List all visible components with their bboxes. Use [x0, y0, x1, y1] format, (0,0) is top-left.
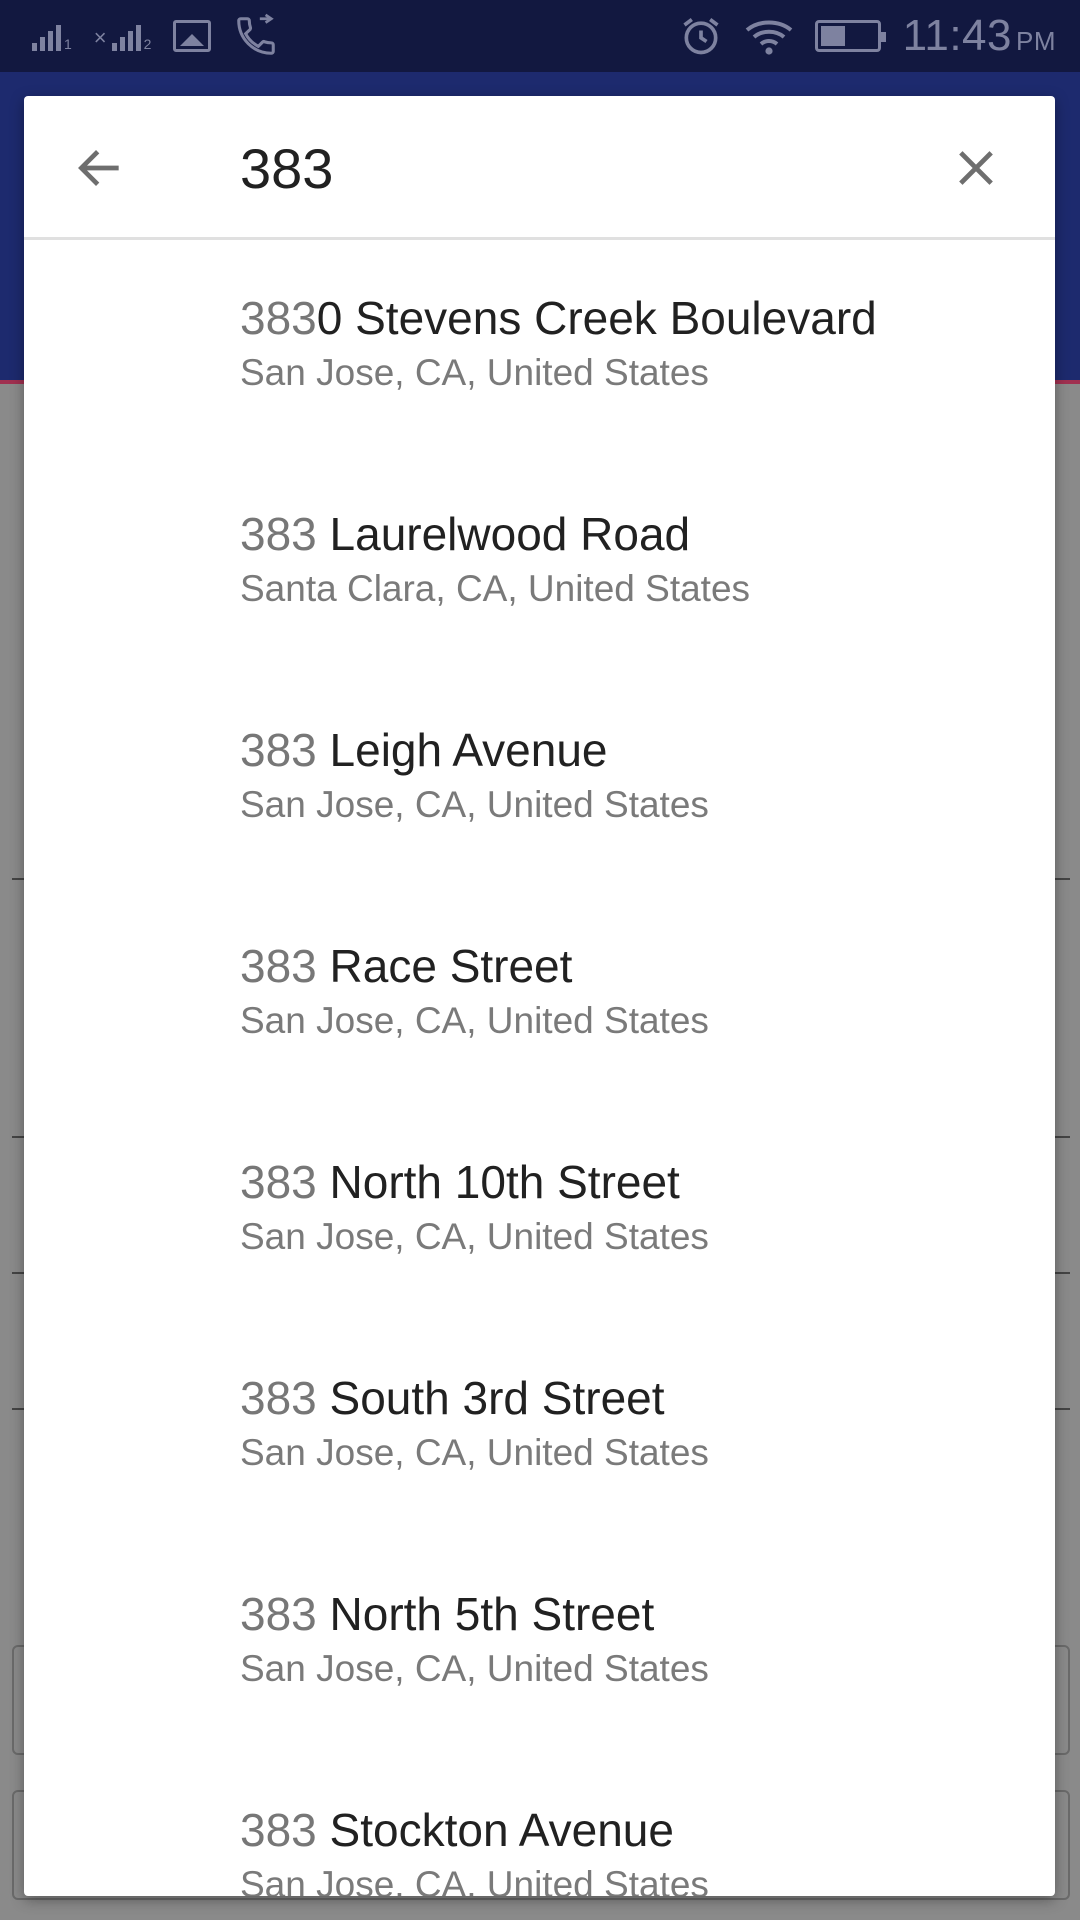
- result-secondary-text: Santa Clara, CA, United States: [240, 568, 751, 609]
- result-secondary-text: San Jose, CA, United States: [240, 352, 709, 393]
- result-secondary-text: San Jose, CA, United States: [240, 1648, 709, 1689]
- result-match-text: 383: [240, 940, 317, 992]
- search-result-item[interactable]: 383 Laurelwood Road Santa Clara, CA, Uni…: [24, 456, 1055, 672]
- result-match-text: 383: [240, 1588, 317, 1640]
- clear-search-button[interactable]: [940, 132, 1012, 204]
- search-result-item[interactable]: 383 Leigh Avenue San Jose, CA, United St…: [24, 672, 1055, 888]
- result-match-text: 383: [240, 724, 317, 776]
- search-result-item[interactable]: 383 Stockton Avenue San Jose, CA, United…: [24, 1752, 1055, 1896]
- result-match-text: 383: [240, 292, 317, 344]
- search-header: [24, 96, 1055, 240]
- search-input[interactable]: [240, 126, 920, 210]
- place-search-dialog: 3830 Stevens Creek Boulevard San Jose, C…: [24, 96, 1055, 1896]
- search-result-item[interactable]: 383 North 5th Street San Jose, CA, Unite…: [24, 1536, 1055, 1752]
- back-button[interactable]: [64, 132, 136, 204]
- status-bar: 1 × 2 11:43 PM: [0, 0, 1080, 72]
- result-primary-text: 383 Laurelwood Road: [240, 506, 1055, 562]
- close-icon: [959, 151, 993, 185]
- result-rest-text: North 5th Street: [316, 1588, 655, 1640]
- result-rest-text: Leigh Avenue: [316, 724, 608, 776]
- result-secondary-text: San Jose, CA, United States: [240, 1216, 709, 1257]
- result-match-text: 383: [240, 1372, 317, 1424]
- result-secondary-text: San Jose, CA, United States: [240, 1864, 709, 1896]
- result-secondary-text: San Jose, CA, United States: [240, 784, 709, 825]
- image-notification-icon: [173, 20, 212, 52]
- result-primary-text: 3830 Stevens Creek Boulevard: [240, 290, 1055, 346]
- sim2-label: 2: [143, 36, 152, 52]
- result-secondary-text: San Jose, CA, United States: [240, 1432, 709, 1473]
- result-rest-text: South 3rd Street: [316, 1372, 665, 1424]
- clock-ampm: PM: [1016, 26, 1056, 56]
- search-result-item[interactable]: 383 Race Street San Jose, CA, United Sta…: [24, 888, 1055, 1104]
- status-bar-left: 1 × 2: [32, 13, 279, 59]
- result-primary-text: 383 South 3rd Street: [240, 1370, 1055, 1426]
- arrow-back-icon: [78, 150, 119, 186]
- search-result-item[interactable]: 3830 Stevens Creek Boulevard San Jose, C…: [24, 240, 1055, 456]
- result-primary-text: 383 Leigh Avenue: [240, 722, 1055, 778]
- status-bar-right: 11:43 PM: [679, 11, 1056, 61]
- clock-time: 11:43: [902, 11, 1012, 60]
- status-clock: 11:43 PM: [903, 11, 1056, 61]
- result-primary-text: 383 Stockton Avenue: [240, 1802, 1055, 1858]
- result-match-text: 383: [240, 508, 317, 560]
- alarm-icon: [683, 18, 719, 55]
- search-result-item[interactable]: 383 North 10th Street San Jose, CA, Unit…: [24, 1104, 1055, 1320]
- call-forward-icon: [237, 13, 276, 55]
- result-match-text: 383: [240, 1156, 317, 1208]
- result-rest-text: Stockton Avenue: [316, 1804, 674, 1856]
- battery-icon: [814, 20, 886, 52]
- result-match-text: 383: [240, 1804, 317, 1856]
- result-secondary-text: San Jose, CA, United States: [240, 1000, 709, 1041]
- signal-sim1-icon: 1: [32, 21, 72, 51]
- result-rest-text: Race Street: [316, 940, 573, 992]
- signal-sim2-icon: × 2: [93, 25, 152, 52]
- result-rest-text: Laurelwood Road: [316, 508, 691, 560]
- result-primary-text: 383 North 10th Street: [240, 1154, 1055, 1210]
- wifi-icon: [745, 20, 792, 55]
- result-rest-text: North 10th Street: [316, 1156, 680, 1208]
- sim1-label: 1: [64, 36, 72, 52]
- result-primary-text: 383 Race Street: [240, 938, 1055, 994]
- search-result-item[interactable]: 383 South 3rd Street San Jose, CA, Unite…: [24, 1320, 1055, 1536]
- result-primary-text: 383 North 5th Street: [240, 1586, 1055, 1642]
- search-results-list: 3830 Stevens Creek Boulevard San Jose, C…: [24, 240, 1055, 1896]
- result-rest-text: 0 Stevens Creek Boulevard: [316, 292, 877, 344]
